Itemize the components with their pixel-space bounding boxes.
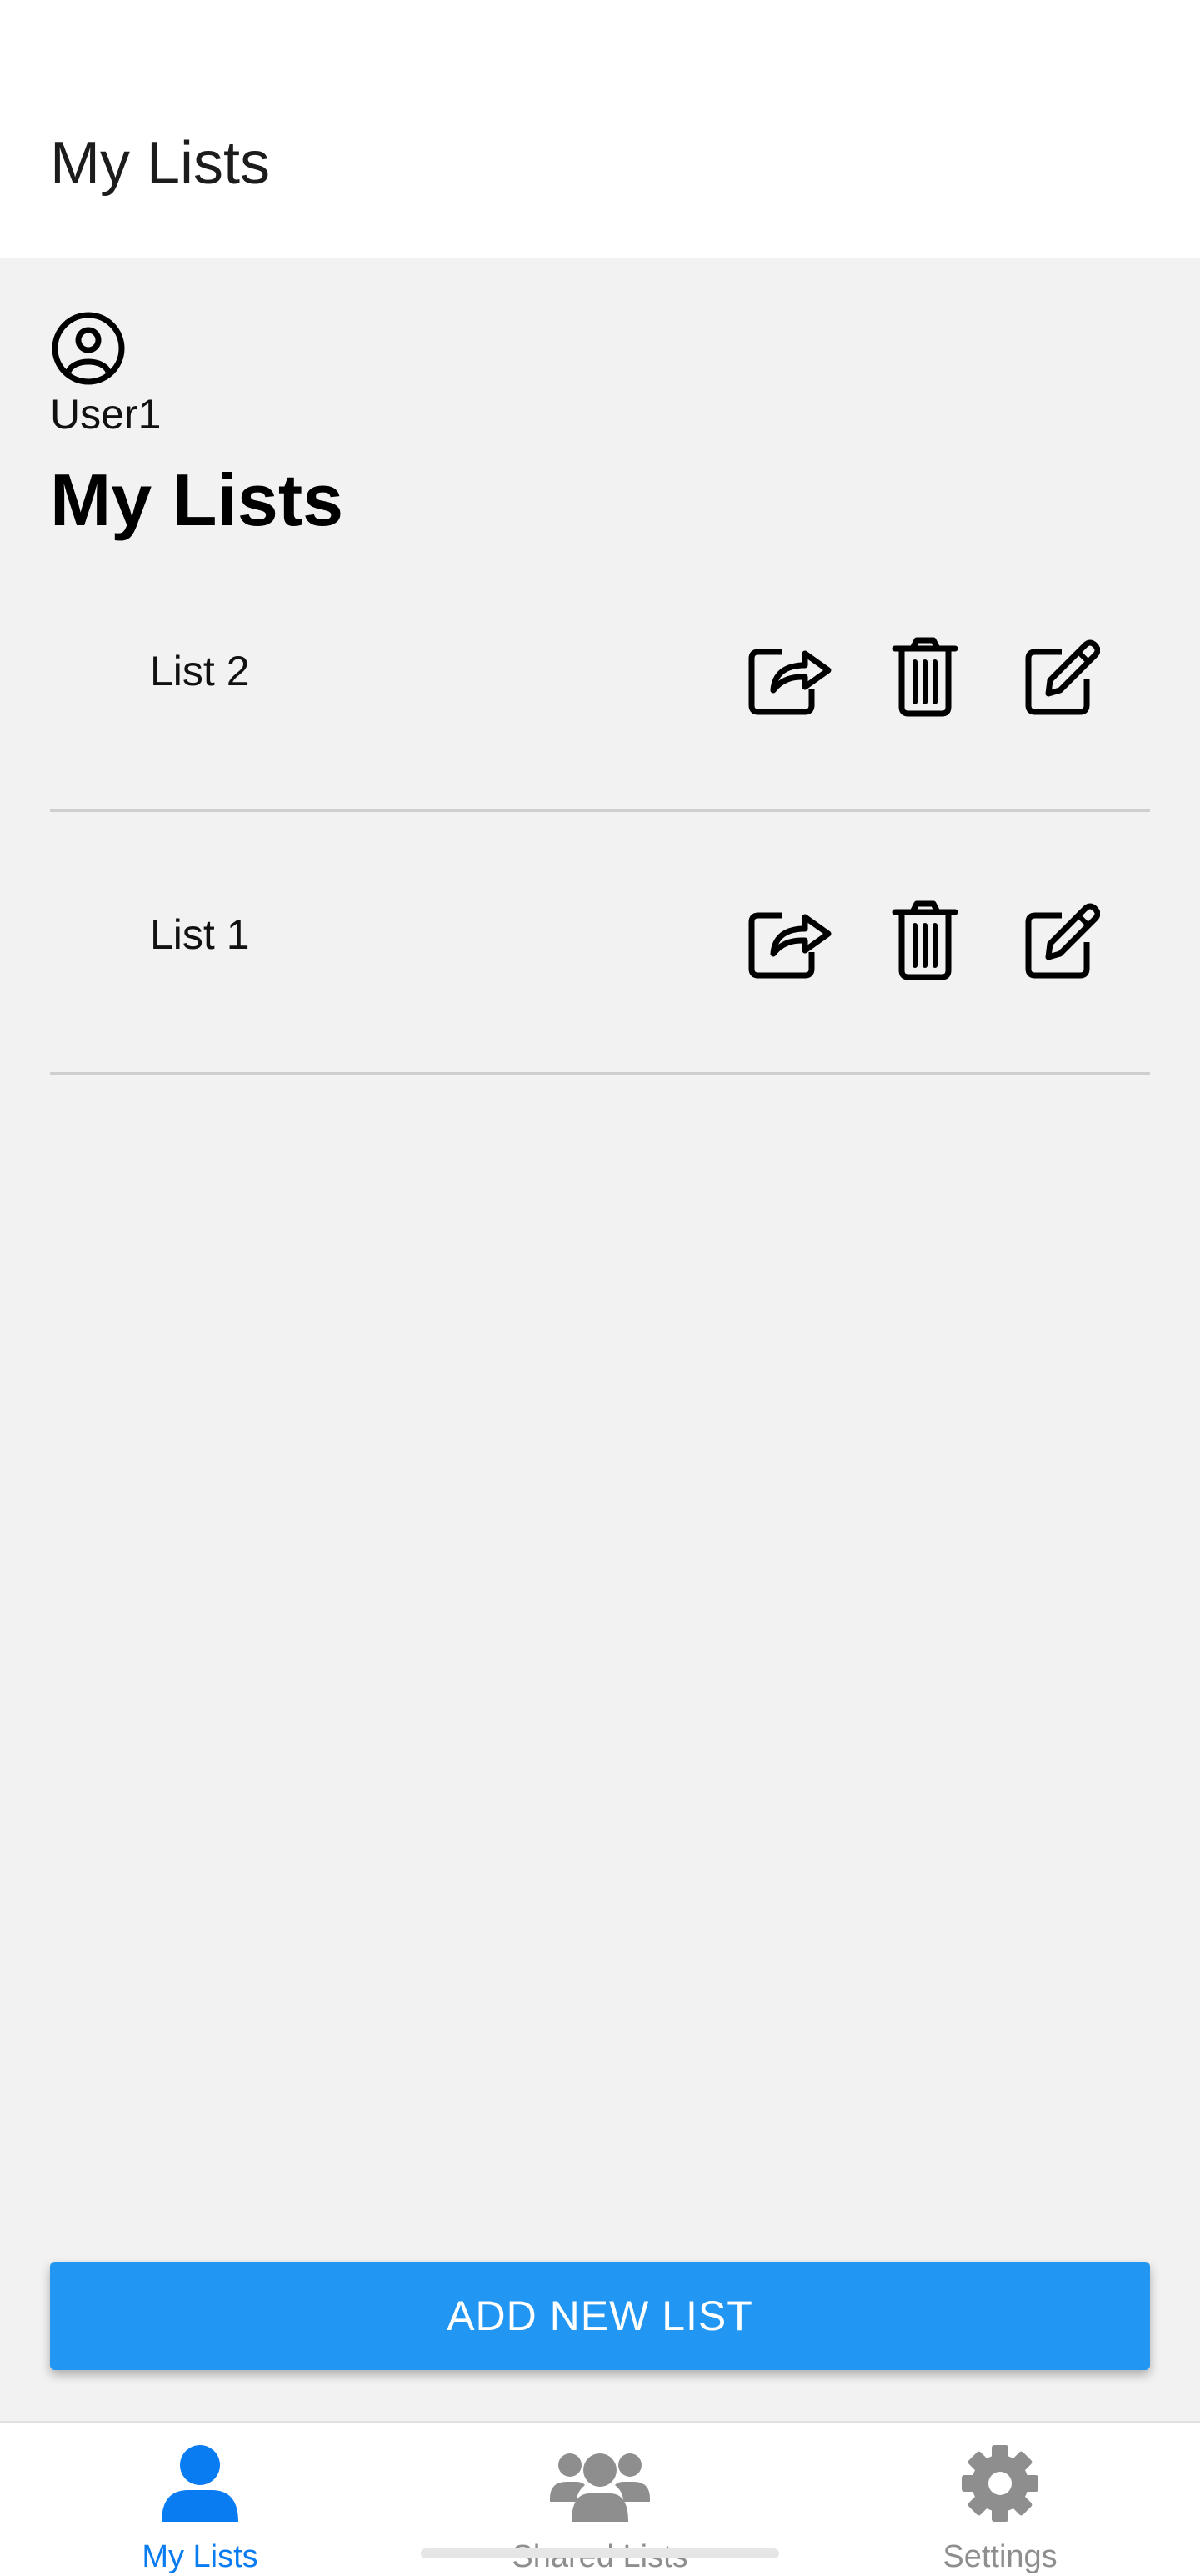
share-icon <box>748 912 832 979</box>
user-name: User1 <box>50 391 162 438</box>
add-new-list-button[interactable]: ADD NEW LIST <box>50 2262 1150 2370</box>
user-circle-icon <box>52 312 125 385</box>
user-icon <box>162 2445 238 2522</box>
tab-label: My Lists <box>142 2539 258 2574</box>
tab-label: Settings <box>942 2539 1058 2574</box>
section-title: My Lists <box>50 459 344 541</box>
edit-button[interactable] <box>1023 637 1100 717</box>
list-item-label: List 2 <box>150 648 250 694</box>
tab-settings[interactable]: Settings <box>800 2423 1200 2576</box>
share-icon <box>748 649 832 715</box>
trash-icon <box>892 900 958 980</box>
home-indicator[interactable] <box>421 2548 779 2558</box>
delete-button[interactable] <box>892 637 958 717</box>
delete-button[interactable] <box>892 900 958 980</box>
share-button[interactable] <box>747 900 833 980</box>
list-item[interactable]: List 2 <box>50 549 1150 812</box>
edit-icon <box>1025 639 1100 715</box>
list-item[interactable]: List 1 <box>50 812 1150 1075</box>
list-item-label: List 1 <box>150 911 250 958</box>
share-button[interactable] <box>747 637 833 717</box>
edit-button[interactable] <box>1023 900 1100 980</box>
app-header: My Lists <box>0 0 1200 258</box>
edit-icon <box>1025 903 1100 979</box>
users-icon <box>550 2453 650 2522</box>
gear-icon <box>962 2445 1038 2522</box>
tab-my-lists[interactable]: My Lists <box>0 2423 400 2576</box>
header-title: My Lists <box>50 130 271 197</box>
trash-icon <box>892 637 958 717</box>
